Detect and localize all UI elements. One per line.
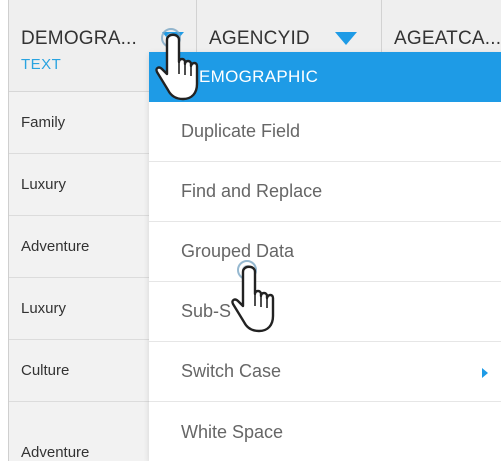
- menu-item-sub-string[interactable]: Sub-S g: [149, 282, 501, 342]
- menu-item-label: Switch Case: [181, 361, 282, 381]
- column-type: TEXT: [21, 56, 62, 73]
- column-name: AGENCYID: [209, 28, 310, 49]
- submenu-arrow-icon: [482, 368, 488, 378]
- table-cell[interactable]: Adventure: [9, 402, 149, 461]
- table-cell[interactable]: Luxury: [9, 278, 149, 340]
- table-cell[interactable]: Luxury: [9, 154, 149, 216]
- table-cell[interactable]: Culture: [9, 340, 149, 402]
- column-name: DEMOGRA...: [21, 28, 138, 49]
- data-grid: DEMOGRA... TEXT AGENCYID AGEATCA... Fami…: [8, 0, 501, 461]
- table-cell[interactable]: Family: [9, 92, 149, 154]
- column-context-menu: EMOGRAPHIC Duplicate Field Find and Repl…: [149, 52, 501, 461]
- hand-pointer-icon: [231, 260, 275, 333]
- menu-item-grouped-data[interactable]: Grouped Data: [149, 222, 501, 282]
- column-name: AGEATCA...: [394, 28, 501, 49]
- menu-item-find-and-replace[interactable]: Find and Replace: [149, 162, 501, 222]
- menu-item-duplicate-field[interactable]: Duplicate Field: [149, 102, 501, 162]
- menu-item-white-space[interactable]: White Space: [149, 402, 501, 461]
- dropdown-triangle-icon[interactable]: [335, 32, 357, 45]
- hand-pointer-icon: [155, 28, 199, 101]
- table-cell[interactable]: Adventure: [9, 216, 149, 278]
- menu-item-switch-case[interactable]: Switch Case: [149, 342, 501, 402]
